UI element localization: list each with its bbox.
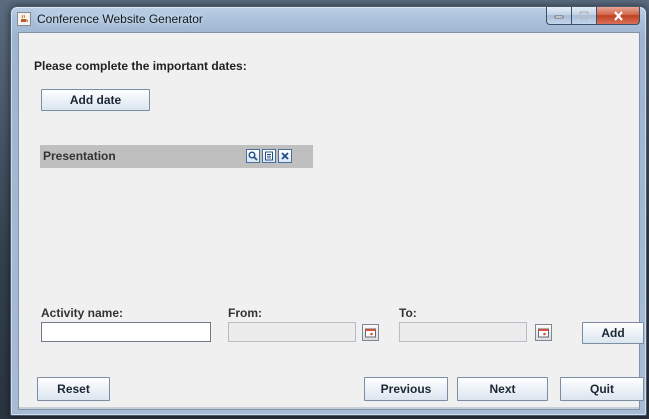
calendar-icon (365, 328, 376, 337)
from-label: From: (228, 306, 262, 320)
date-row-presentation: Presentation (40, 145, 313, 168)
app-window: Conference Website Generator Please comp… (10, 6, 647, 416)
from-date-field[interactable] (228, 322, 356, 342)
next-button[interactable]: Next (457, 377, 548, 401)
close-x-icon[interactable] (278, 149, 292, 163)
close-window-button[interactable] (597, 7, 640, 25)
date-row-label: Presentation (43, 149, 116, 163)
from-date-picker-button[interactable] (362, 324, 379, 341)
window-title: Conference Website Generator (37, 12, 203, 26)
previous-button[interactable]: Previous (364, 377, 448, 401)
to-label: To: (399, 306, 417, 320)
magnifier-icon[interactable] (246, 149, 260, 163)
minimize-button[interactable] (546, 7, 572, 25)
window-controls (546, 7, 640, 26)
add-activity-button[interactable]: Add (582, 322, 644, 344)
activity-name-input[interactable] (41, 322, 211, 342)
activity-name-label: Activity name: (41, 306, 124, 320)
list-edit-icon[interactable] (262, 149, 276, 163)
page-heading: Please complete the important dates: (34, 59, 247, 73)
add-date-button[interactable]: Add date (41, 89, 150, 111)
to-date-picker-button[interactable] (535, 324, 552, 341)
to-date-field[interactable] (399, 322, 527, 342)
title-bar[interactable]: Conference Website Generator (11, 7, 646, 33)
reset-button[interactable]: Reset (37, 377, 110, 401)
client-area: Please complete the important dates: Add… (18, 32, 644, 410)
date-row-actions (246, 149, 292, 163)
window-bottom-edge (19, 407, 639, 409)
quit-button[interactable]: Quit (560, 377, 644, 401)
maximize-icon (579, 11, 589, 20)
calendar-icon (538, 328, 549, 337)
maximize-button[interactable] (572, 7, 597, 25)
minimize-icon (554, 15, 564, 18)
java-cup-icon (17, 12, 31, 26)
close-icon (613, 10, 623, 21)
